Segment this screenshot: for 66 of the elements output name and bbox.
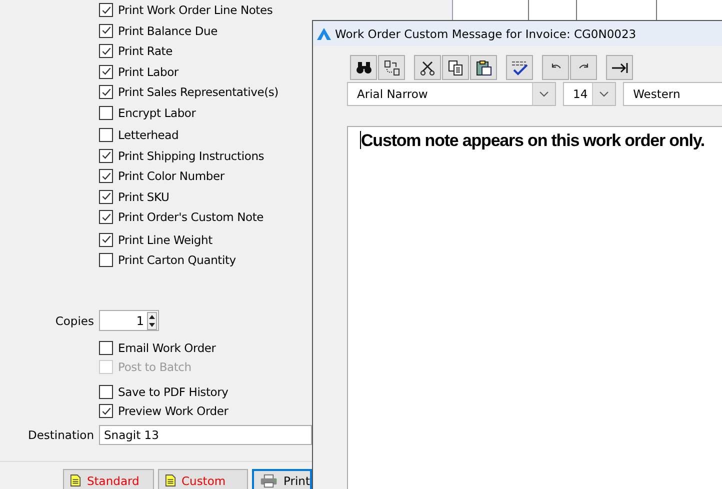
checkbox-label: Preview Work Order — [118, 404, 228, 418]
replace-icon — [384, 60, 400, 76]
spin-arrows-icon[interactable] — [147, 312, 157, 330]
checkbox-label: Print SKU — [118, 190, 170, 204]
window-title: Work Order Custom Message for Invoice: CG0N0023 — [335, 26, 636, 40]
checkbox[interactable] — [99, 44, 113, 58]
checkbox[interactable] — [99, 85, 113, 100]
destination-field[interactable]: Snagit 13 — [99, 424, 312, 444]
checkbox[interactable] — [99, 190, 113, 204]
grid-cell — [529, 0, 577, 20]
message-editor[interactable]: Custom note appears on this work order only. — [347, 126, 722, 489]
size-dropdown[interactable]: 14 — [563, 82, 616, 106]
spellcheck-icon — [510, 60, 528, 76]
printer-icon — [260, 472, 278, 488]
toolbar-button[interactable] — [506, 55, 533, 80]
checkbox-label: Print Balance Due — [118, 24, 218, 38]
checkbox-label: Print Carton Quantity — [118, 253, 236, 268]
checkbox-label: Save to PDF History — [118, 385, 228, 399]
script-dropdown[interactable]: Western — [623, 82, 722, 106]
destination-label: Destination — [27, 428, 95, 442]
checkbox-label: Email Work Order — [118, 341, 216, 355]
tab-arrow-icon — [610, 62, 628, 74]
checkbox-label: Print Line Weight — [118, 232, 212, 247]
checkbox-label: Letterhead — [118, 128, 179, 142]
checkbox[interactable] — [99, 148, 113, 163]
toolbar-button[interactable] — [606, 55, 633, 80]
checkbox[interactable] — [99, 3, 113, 18]
toolbar-button[interactable] — [470, 55, 497, 80]
checkbox-label: Encrypt Labor — [118, 106, 196, 120]
toolbar-button[interactable] — [442, 55, 469, 80]
copies-spinner[interactable]: 1 — [99, 310, 159, 331]
binoculars-icon — [356, 60, 372, 74]
checkbox[interactable] — [99, 253, 113, 268]
checkbox-label: Print Order's Custom Note — [118, 210, 264, 224]
toolbar-button[interactable] — [350, 55, 377, 80]
scissors-icon — [420, 60, 436, 76]
chevron-down-icon — [599, 91, 610, 97]
app-logo-icon — [317, 28, 331, 40]
checkbox-label: Print Color Number — [118, 169, 224, 184]
checkbox[interactable] — [99, 385, 113, 399]
checkbox[interactable] — [99, 128, 113, 142]
checkbox-label: Print Labor — [118, 64, 178, 79]
toolbar-button[interactable] — [414, 55, 441, 80]
chevron-down-icon — [539, 91, 550, 97]
checkbox[interactable] — [99, 210, 113, 224]
checkbox[interactable] — [99, 106, 113, 120]
document-icon — [164, 474, 176, 487]
checkbox[interactable] — [99, 64, 113, 79]
checkbox[interactable] — [99, 232, 113, 247]
clipboard-icon — [476, 60, 492, 76]
checkbox-label: Print Shipping Instructions — [118, 148, 264, 163]
checkbox[interactable] — [99, 24, 113, 38]
checkbox[interactable] — [99, 341, 113, 355]
grid-cell — [657, 0, 722, 20]
toolbar-button[interactable]: Print — [252, 468, 312, 489]
checkbox[interactable] — [99, 404, 113, 418]
checkbox-label: Print Rate — [118, 44, 172, 58]
checkbox[interactable] — [99, 169, 113, 184]
checkbox-label: Print Work Order Line Notes — [118, 3, 273, 18]
toolbar-button[interactable] — [378, 55, 405, 80]
checkbox-label: Print Sales Representative(s) — [118, 85, 278, 100]
document-icon — [70, 474, 81, 487]
font-dropdown[interactable]: Arial Narrow — [347, 82, 556, 106]
copies-label: Copies — [54, 314, 95, 328]
checkbox-label: Post to Batch — [118, 360, 192, 374]
copy-icon — [448, 60, 464, 76]
